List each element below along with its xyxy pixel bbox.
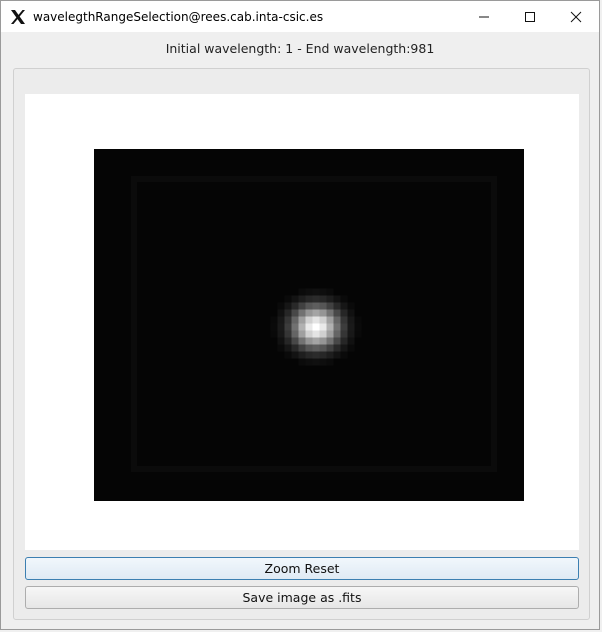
x-logo-icon (9, 8, 27, 26)
maximize-icon (525, 11, 535, 22)
close-button[interactable] (553, 1, 599, 32)
image-groupbox: Zoom Reset Save image as .fits (13, 68, 590, 620)
wavelength-range-label: Initial wavelength: 1 - End wavelength:9… (165, 41, 435, 56)
save-fits-button[interactable]: Save image as .fits (25, 586, 579, 609)
maximize-button[interactable] (507, 1, 553, 32)
minimize-button[interactable] (461, 1, 507, 32)
window-title: wavelegthRangeSelection@rees.cab.inta-cs… (33, 9, 324, 24)
image-viewer[interactable] (25, 94, 579, 550)
app-window: wavelegthRangeSelection@rees.cab.inta-cs… (0, 0, 600, 630)
window-controls (461, 1, 599, 32)
title-bar[interactable]: wavelegthRangeSelection@rees.cab.inta-cs… (1, 1, 599, 32)
minimize-icon (479, 16, 489, 17)
fits-image-render (94, 149, 524, 501)
fits-image[interactable] (94, 149, 524, 501)
zoom-reset-button[interactable]: Zoom Reset (25, 557, 579, 580)
close-icon (570, 11, 582, 22)
